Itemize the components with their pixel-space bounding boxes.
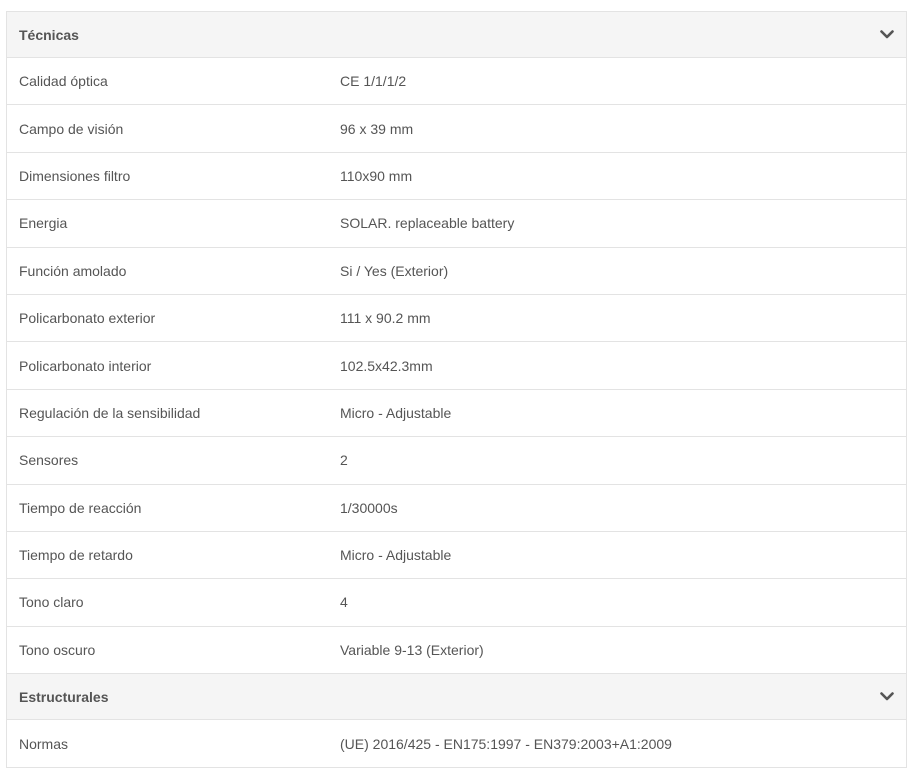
spec-row: Sensores 2	[7, 437, 906, 485]
spec-row: Campo de visión 96 x 39 mm	[7, 105, 906, 153]
spec-row: Energia SOLAR. replaceable battery	[7, 200, 906, 248]
spec-label: Normas	[19, 735, 69, 752]
spec-row: Tono oscuro Variable 9-13 (Exterior)	[7, 627, 906, 675]
spec-label: Energia	[19, 215, 68, 232]
spec-row: Policarbonato exterior 111 x 90.2 mm	[7, 295, 906, 343]
spec-value: Si / Yes (Exterior)	[340, 262, 449, 279]
spec-value: SOLAR. replaceable battery	[340, 215, 515, 232]
spec-label: Tono oscuro	[19, 641, 96, 658]
spec-label: Función amolado	[19, 262, 127, 279]
spec-value: 102.5x42.3mm	[340, 357, 433, 374]
spec-row: Tiempo de reacción 1/30000s	[7, 485, 906, 532]
section-title: Estructurales	[19, 688, 109, 705]
spec-row: Tono claro 4	[7, 579, 906, 627]
spec-value: CE 1/1/1/2	[340, 73, 407, 90]
spec-value: (UE) 2016/425 - EN175:1997 - EN379:2003+…	[340, 735, 672, 752]
spec-row: Calidad óptica CE 1/1/1/2	[7, 58, 906, 106]
spec-label: Dimensiones filtro	[19, 167, 131, 184]
chevron-down-icon[interactable]	[880, 690, 894, 704]
section-title: Técnicas	[19, 26, 79, 43]
spec-value: Micro - Adjustable	[340, 404, 452, 421]
chevron-down-icon[interactable]	[880, 28, 894, 42]
spec-label: Tono claro	[19, 594, 84, 611]
spec-value: 111 x 90.2 mm	[340, 310, 431, 327]
spec-row: Tiempo de retardo Micro - Adjustable	[7, 532, 906, 580]
spec-value: 110x90 mm	[340, 167, 413, 184]
spec-row: Función amolado Si / Yes (Exterior)	[7, 248, 906, 295]
spec-label: Sensores	[19, 452, 79, 469]
spec-row: Policarbonato interior 102.5x42.3mm	[7, 342, 906, 390]
spec-value: 1/30000s	[340, 499, 398, 516]
spec-row: Normas (UE) 2016/425 - EN175:1997 - EN37…	[7, 720, 906, 767]
spec-value: Micro - Adjustable	[340, 547, 452, 564]
spec-row: Regulación de la sensibilidad Micro - Ad…	[7, 390, 906, 438]
section-body-tecnicas: Calidad óptica CE 1/1/1/2 Campo de visió…	[7, 58, 906, 675]
spec-label: Campo de visión	[19, 120, 124, 137]
spec-label: Policarbonato interior	[19, 357, 152, 374]
spec-label: Tiempo de retardo	[19, 547, 133, 564]
spec-value: 2	[340, 452, 348, 469]
spec-value: Variable 9-13 (Exterior)	[340, 641, 484, 658]
spec-row: Dimensiones filtro 110x90 mm	[7, 153, 906, 201]
section-header-tecnicas[interactable]: Técnicas	[7, 12, 906, 58]
section-header-estructurales[interactable]: Estructurales	[7, 674, 906, 721]
spec-label: Calidad óptica	[19, 73, 108, 90]
section-body-estructurales: Normas (UE) 2016/425 - EN175:1997 - EN37…	[7, 720, 906, 767]
spec-label: Tiempo de reacción	[19, 499, 142, 516]
spec-value: 4	[340, 594, 348, 611]
spec-label: Policarbonato exterior	[19, 310, 156, 327]
spec-label: Regulación de la sensibilidad	[19, 404, 201, 421]
spec-value: 96 x 39 mm	[340, 120, 414, 137]
specifications-panel: Técnicas Calidad óptica CE 1/1/1/2 Campo…	[6, 11, 907, 769]
